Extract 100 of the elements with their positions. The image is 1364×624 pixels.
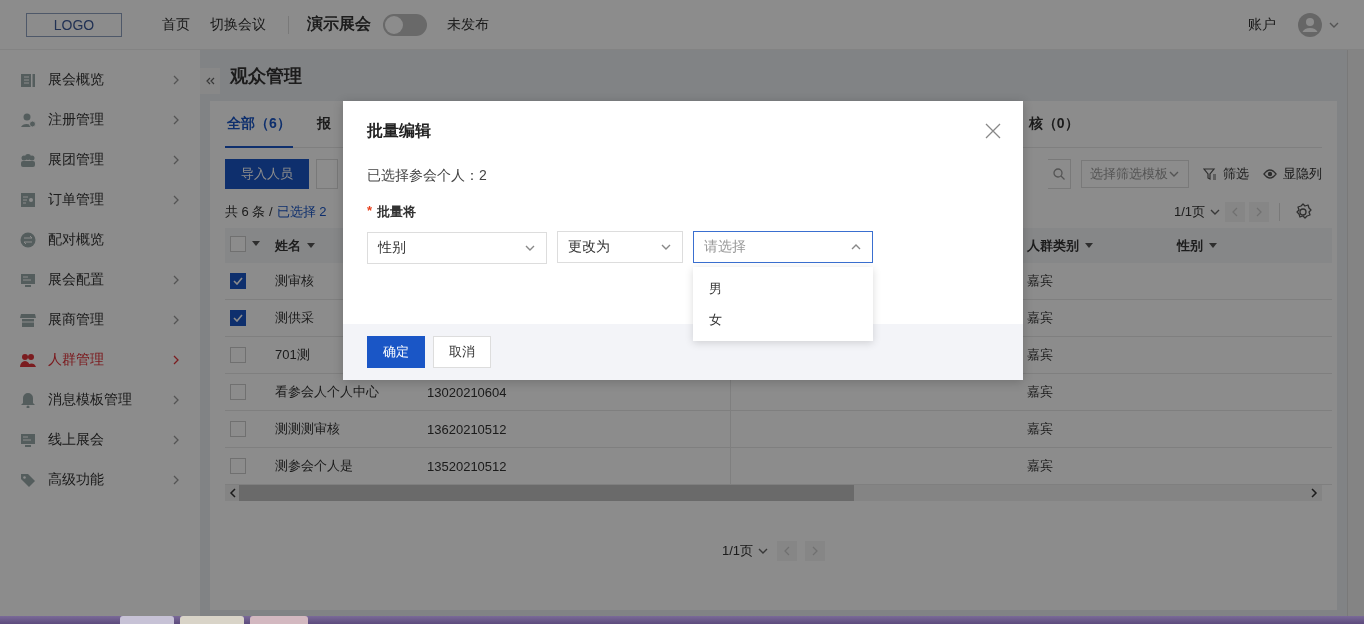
filter-icon: [1203, 167, 1217, 181]
sidebar-item[interactable]: 展会概览: [0, 60, 200, 100]
sidebar-item[interactable]: 展团管理: [0, 140, 200, 180]
table-cell: 测审核: [275, 273, 314, 288]
chevron-right-icon: [1310, 488, 1318, 498]
publish-toggle[interactable]: [383, 13, 427, 36]
group-icon: [20, 152, 36, 168]
filter-button[interactable]: 筛选: [1203, 165, 1249, 183]
search-icon: [1053, 168, 1065, 180]
cancel-button[interactable]: 取消: [433, 336, 491, 368]
sidebar-item[interactable]: 展商管理: [0, 300, 200, 340]
publish-status: 未发布: [447, 15, 489, 34]
tab[interactable]: 全部（6）: [225, 101, 293, 148]
caret-down-icon: [307, 242, 315, 249]
check-icon: [233, 314, 243, 322]
table-cell: 13520210512: [427, 458, 507, 474]
table-cell: 嘉宾: [1027, 310, 1053, 325]
table-cell: 嘉宾: [1027, 384, 1053, 399]
taskbar-button[interactable]: [250, 616, 308, 624]
modal-title: 批量编辑: [367, 120, 431, 141]
taskbar-button[interactable]: [120, 616, 174, 624]
table-cell: 测参会个人是: [275, 458, 353, 473]
sidebar-item[interactable]: 线上展会: [0, 420, 200, 460]
chevron-right-icon: [172, 314, 180, 326]
page-indicator[interactable]: 1/1页: [721, 542, 754, 560]
avatar-icon: [1298, 12, 1322, 37]
sidebar-item[interactable]: 注册管理: [0, 100, 200, 140]
table-cell: 看参会人个人中心: [275, 384, 379, 399]
chevron-right-icon: [172, 194, 180, 206]
column-header[interactable]: 姓名: [275, 236, 315, 255]
sidebar-item[interactable]: 高级功能: [0, 460, 200, 500]
table-cell: 测供采: [275, 310, 314, 325]
caret-down-icon: [252, 241, 260, 247]
chevron-right-icon: [172, 114, 180, 126]
sidebar-item[interactable]: 展会配置: [0, 260, 200, 300]
chevron-right-icon: [172, 354, 180, 366]
monitor-icon: [20, 432, 36, 448]
settings-icon: [1294, 203, 1312, 221]
store-icon: [20, 312, 36, 328]
prev-page-button[interactable]: [777, 541, 798, 561]
list-icon: [20, 72, 36, 88]
action-select[interactable]: 更改为: [557, 231, 683, 263]
nav-link[interactable]: 切换会议: [210, 15, 266, 34]
table-cell: 13620210512: [427, 421, 507, 437]
monitor-icon: [20, 272, 36, 288]
next-page-button[interactable]: [1249, 202, 1269, 222]
chevron-right-icon: [172, 154, 180, 166]
caret-down-icon: [1209, 242, 1217, 249]
chevron-right-icon: [172, 274, 180, 286]
tag-icon: [20, 472, 36, 488]
selected-count[interactable]: 已选择 2: [276, 203, 327, 221]
sidebar-item[interactable]: 订单管理: [0, 180, 200, 220]
page-title: 观众管理: [230, 64, 302, 88]
next-page-button[interactable]: [805, 541, 826, 561]
check-icon: [233, 277, 243, 285]
sidebar-item[interactable]: 人群管理: [0, 340, 200, 380]
confirm-button[interactable]: 确定: [367, 336, 425, 368]
chevron-right-icon: [172, 394, 180, 406]
required-mark: *: [367, 203, 373, 220]
sidebar-item[interactable]: 配对概览: [0, 220, 200, 260]
sidebar-item[interactable]: 消息模板管理: [0, 380, 200, 420]
horizontal-scrollbar[interactable]: [225, 485, 1322, 501]
selected-count-text: 已选择参会个人：2: [367, 167, 488, 185]
chevron-right-icon: [172, 434, 180, 446]
nav-link[interactable]: 首页: [162, 15, 190, 34]
columns-button[interactable]: 显隐列: [1263, 165, 1322, 183]
dropdown-option[interactable]: 女: [693, 304, 873, 335]
eye-icon: [1263, 167, 1277, 181]
scrollbar[interactable]: [1347, 50, 1364, 616]
collapse-button[interactable]: [200, 68, 220, 94]
user-icon: [20, 112, 36, 128]
tab[interactable]: 核（0）: [1026, 101, 1081, 148]
row-checkbox[interactable]: [230, 273, 246, 289]
select-all-checkbox[interactable]: [230, 236, 246, 252]
taskbar-button[interactable]: [180, 616, 244, 624]
table-cell: 嘉宾: [1027, 273, 1053, 288]
search-button[interactable]: [1048, 159, 1071, 189]
table-cell: 13020210604: [427, 384, 507, 400]
logo: LOGO: [26, 12, 122, 37]
page-indicator[interactable]: 1/1页: [1173, 203, 1205, 221]
tab[interactable]: 报: [314, 101, 333, 148]
field-select[interactable]: 性别: [367, 232, 547, 264]
event-title: 演示展会: [307, 14, 371, 34]
dropdown-option[interactable]: 男: [693, 273, 873, 304]
value-select[interactable]: 请选择: [693, 231, 873, 263]
import-button[interactable]: 导入人员: [225, 159, 309, 189]
column-header[interactable]: 性别: [1177, 236, 1217, 255]
account-link[interactable]: 账户: [1248, 15, 1276, 34]
exchange-icon: [20, 232, 36, 248]
people-icon: [20, 352, 36, 368]
close-icon[interactable]: [985, 123, 1001, 139]
row-checkbox[interactable]: [230, 310, 246, 326]
double-chevron-left-icon: [205, 76, 215, 86]
chevron-right-icon: [172, 474, 180, 486]
record-count: 共 6 条 /: [225, 203, 273, 221]
document-icon: [20, 192, 36, 208]
field-label: 批量将: [377, 203, 417, 221]
table-cell: 701测: [275, 347, 310, 362]
prev-page-button[interactable]: [1225, 202, 1245, 222]
table-cell: 嘉宾: [1027, 347, 1053, 362]
